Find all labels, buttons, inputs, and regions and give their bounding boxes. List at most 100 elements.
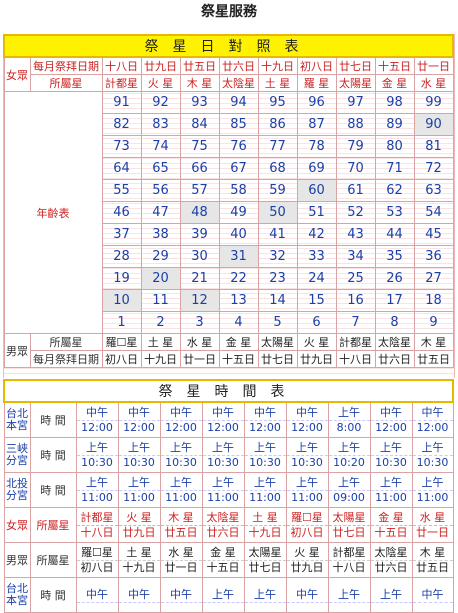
ritual-time-clock	[413, 601, 453, 603]
ritual-time: 上午 10:30	[75, 437, 119, 473]
star-name: 羅☐星	[81, 545, 113, 559]
male-star: 太陰星	[374, 333, 415, 351]
ritual-time-period: 中午	[128, 587, 150, 601]
age-cell: 20	[140, 267, 181, 290]
star-name: 木 星	[168, 510, 194, 524]
star-name: 木 星	[419, 545, 446, 559]
age-cell: 1	[101, 311, 142, 334]
age-cell: 98	[374, 91, 415, 114]
star-date: 十五日	[203, 559, 243, 575]
female-star: 木 星	[179, 74, 220, 92]
star-date: 十五日	[371, 524, 411, 540]
ritual-time-period: 中午	[296, 587, 318, 601]
male-date: 廿九日	[296, 350, 337, 368]
star-name: 火 星	[126, 510, 152, 524]
star-date: 廿七日	[245, 559, 285, 575]
age-cell: 45	[413, 223, 454, 246]
ritual-time-clock: 11:00	[287, 489, 327, 505]
ritual-time: 中午 12:00	[117, 401, 161, 438]
ritual-time-clock: 12:00	[287, 419, 327, 435]
branch-location: 台北 本宮	[3, 401, 31, 438]
ritual-time: 上午 10:20	[327, 437, 371, 473]
star-date: 十九日	[119, 559, 159, 575]
star-date: 初八日	[77, 559, 117, 575]
ritual-time-period: 中午	[86, 587, 108, 601]
branch-location: 台北 本宮	[3, 577, 31, 613]
age-cell: 19	[101, 267, 142, 290]
ritual-time-period: 上午	[128, 440, 150, 454]
belong-star-label: 所屬星	[29, 74, 103, 92]
ritual-time-clock	[245, 601, 285, 603]
age-cell: 22	[218, 267, 259, 290]
ritual-time-period: 上午	[296, 475, 318, 489]
branch-location-line: 本宮	[6, 594, 28, 607]
star-name: 金 星	[210, 545, 236, 559]
branch-location: 北投 分宮	[3, 472, 31, 508]
age-cell: 16	[335, 289, 376, 312]
ritual-time: 上午 10:30	[117, 437, 161, 473]
ritual-time: 上午 11:00	[285, 472, 329, 508]
female-label: 女眾	[3, 507, 31, 543]
female-star: 水 星	[413, 74, 454, 92]
female-star: 土 星	[257, 74, 298, 92]
female-date: 初八日	[296, 56, 337, 75]
female-date: 廿六日	[218, 56, 259, 75]
female-star: 計都星	[101, 74, 142, 92]
ritual-time: 上午 10:30	[285, 437, 329, 473]
ritual-time: 中午 12:00	[201, 401, 245, 438]
age-cell: 37	[101, 223, 142, 246]
male-star: 水 星	[179, 333, 220, 351]
star-name: 火 星	[294, 545, 320, 559]
ritual-time: 上午 10:30	[201, 437, 245, 473]
age-cell: 33	[296, 245, 337, 268]
ritual-time-period: 上午	[338, 475, 360, 489]
ritual-time-clock: 8:00	[329, 419, 369, 435]
age-cell: 55	[101, 179, 142, 202]
age-cell: 78	[296, 135, 337, 158]
male-date: 十五日	[218, 350, 259, 368]
ritual-time: 上午 10:30	[369, 437, 413, 473]
ritual-time-period: 中午	[421, 587, 444, 601]
ritual-time-clock: 12:00	[245, 419, 285, 435]
age-cell: 41	[257, 223, 298, 246]
age-cell: 50	[257, 201, 298, 224]
ritual-time: 上午	[327, 577, 371, 613]
male-star: 火 星	[296, 333, 337, 351]
ritual-time-clock: 12:00	[371, 419, 411, 435]
star-cell: 土 星十九日	[117, 542, 161, 578]
ritual-time: 上午 11:00	[369, 472, 413, 508]
age-cell: 88	[335, 113, 376, 136]
age-cell: 54	[413, 201, 454, 224]
ritual-time-clock: 10:30	[245, 454, 285, 470]
female-date: 十九日	[257, 56, 298, 75]
age-cell: 75	[179, 135, 220, 158]
ritual-time-clock	[287, 601, 327, 603]
age-cell: 31	[218, 245, 259, 268]
star-date: 十八日	[329, 559, 369, 575]
female-date: 廿五日	[179, 56, 220, 75]
branch-location: 三峽 分宮	[3, 437, 31, 473]
age-cell: 3	[179, 311, 220, 334]
ritual-time: 上午	[369, 577, 413, 613]
age-cell: 84	[179, 113, 220, 136]
ritual-time: 上午 10:30	[411, 437, 454, 473]
star-name: 計都星	[332, 545, 366, 559]
ritual-time: 上午 09:00	[327, 472, 371, 508]
age-cell: 56	[140, 179, 181, 202]
age-cell: 85	[218, 113, 259, 136]
ritual-time: 上午 10:30	[243, 437, 287, 473]
female-star: 太陰星	[218, 74, 259, 92]
ritual-time-period: 上午	[254, 475, 276, 489]
ritual-time-period: 中午	[128, 405, 150, 419]
age-cell: 74	[140, 135, 181, 158]
male-date: 廿一日	[179, 350, 220, 368]
ritual-time-period: 上午	[128, 475, 150, 489]
ritual-time-clock: 11:00	[413, 489, 453, 505]
star-cell: 太陰星 廿六日	[201, 507, 245, 543]
star-date: 廿七日	[329, 524, 369, 540]
age-cell: 87	[296, 113, 337, 136]
age-cell: 29	[140, 245, 181, 268]
star-cell: 計都星 十八日	[75, 507, 119, 543]
ritual-time-period: 上午	[86, 475, 108, 489]
age-cell: 14	[257, 289, 298, 312]
